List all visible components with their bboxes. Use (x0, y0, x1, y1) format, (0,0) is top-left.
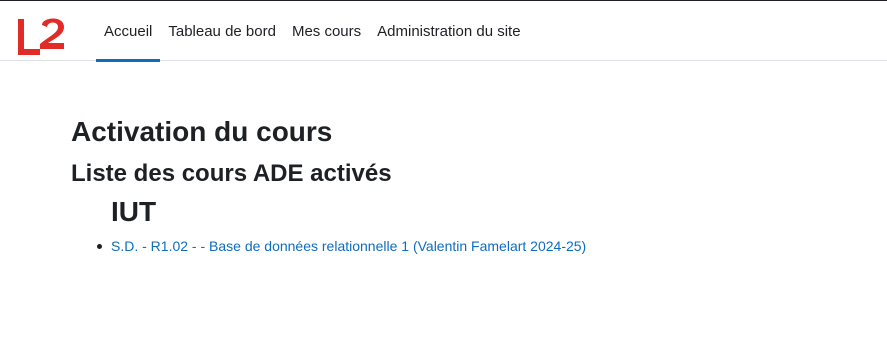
section-title: Liste des cours ADE activés (71, 160, 392, 187)
primary-navigation: Accueil Tableau de bord Mes cours Admini… (96, 1, 529, 62)
course-link[interactable]: S.D. - R1.02 - - Base de données relatio… (111, 238, 586, 254)
nav-item-mes-cours[interactable]: Mes cours (284, 1, 369, 61)
nav-item-accueil[interactable]: Accueil (96, 1, 161, 62)
nav-item-tableau-de-bord[interactable]: Tableau de bord (160, 1, 284, 61)
l2-logo-icon (18, 18, 64, 55)
list-item: S.D. - R1.02 - - Base de données relatio… (95, 236, 851, 256)
page-title: Activation du cours (71, 116, 333, 147)
main-content: Activation du cours Liste des cours ADE … (71, 112, 851, 256)
navbar: Accueil Tableau de bord Mes cours Admini… (0, 1, 887, 62)
course-list: S.D. - R1.02 - - Base de données relatio… (95, 236, 851, 256)
nav-item-administration[interactable]: Administration du site (369, 1, 528, 61)
category-title: IUT (111, 196, 157, 227)
bullet-icon (97, 244, 102, 249)
site-logo[interactable] (14, 15, 70, 59)
